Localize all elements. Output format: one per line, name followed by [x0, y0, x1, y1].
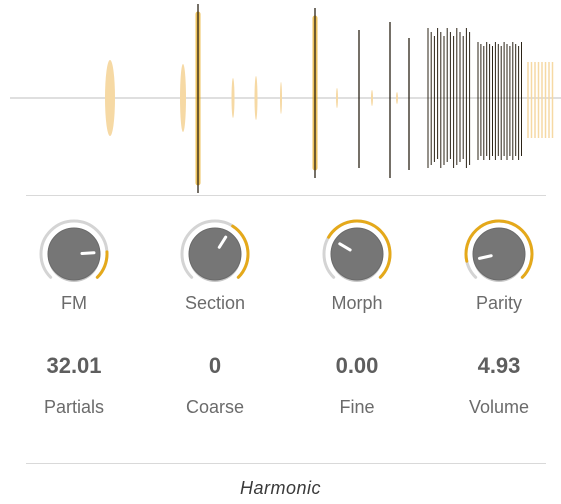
param-label: Coarse [185, 397, 245, 417]
knob-graphic [322, 219, 392, 282]
module-title: Harmonic [239, 478, 322, 498]
knob-graphic [39, 219, 109, 282]
param-value-coarse[interactable]: 0 [160, 353, 270, 379]
waveform-divider [26, 195, 546, 196]
param-value-partials[interactable]: 32.01 [19, 353, 129, 379]
knob-fm[interactable] [36, 216, 112, 292]
param-value-volume[interactable]: 4.93 [444, 353, 554, 379]
knob-morph[interactable] [319, 216, 395, 292]
knob-graphic [464, 219, 534, 282]
waveform-harmonic [105, 60, 115, 136]
waveform-harmonic [180, 64, 186, 132]
knob-body [330, 227, 384, 281]
knob-parity[interactable] [461, 216, 537, 292]
waveform-harmonic [396, 92, 398, 104]
waveform-harmonic [280, 82, 282, 114]
knob-section[interactable] [177, 216, 253, 292]
waveform-harmonic [371, 90, 373, 106]
param-label: Volume [468, 397, 530, 417]
knob-graphic [180, 219, 250, 282]
footer-divider [26, 463, 546, 464]
knob-body [472, 227, 526, 281]
knob-label: Morph [331, 293, 383, 313]
waveform-display [10, 4, 561, 193]
knob-label: Parity [475, 293, 522, 313]
param-label: Partials [43, 397, 105, 417]
waveform-harmonic [231, 78, 235, 118]
knob-pointer [80, 251, 96, 255]
waveform-harmonic [254, 76, 258, 120]
param-label: Fine [339, 397, 375, 417]
knob-body [188, 227, 242, 281]
knob-label: FM [61, 293, 87, 313]
waveform-harmonic [336, 88, 338, 108]
knob-label: Section [184, 293, 246, 313]
param-value-fine[interactable]: 0.00 [302, 353, 412, 379]
